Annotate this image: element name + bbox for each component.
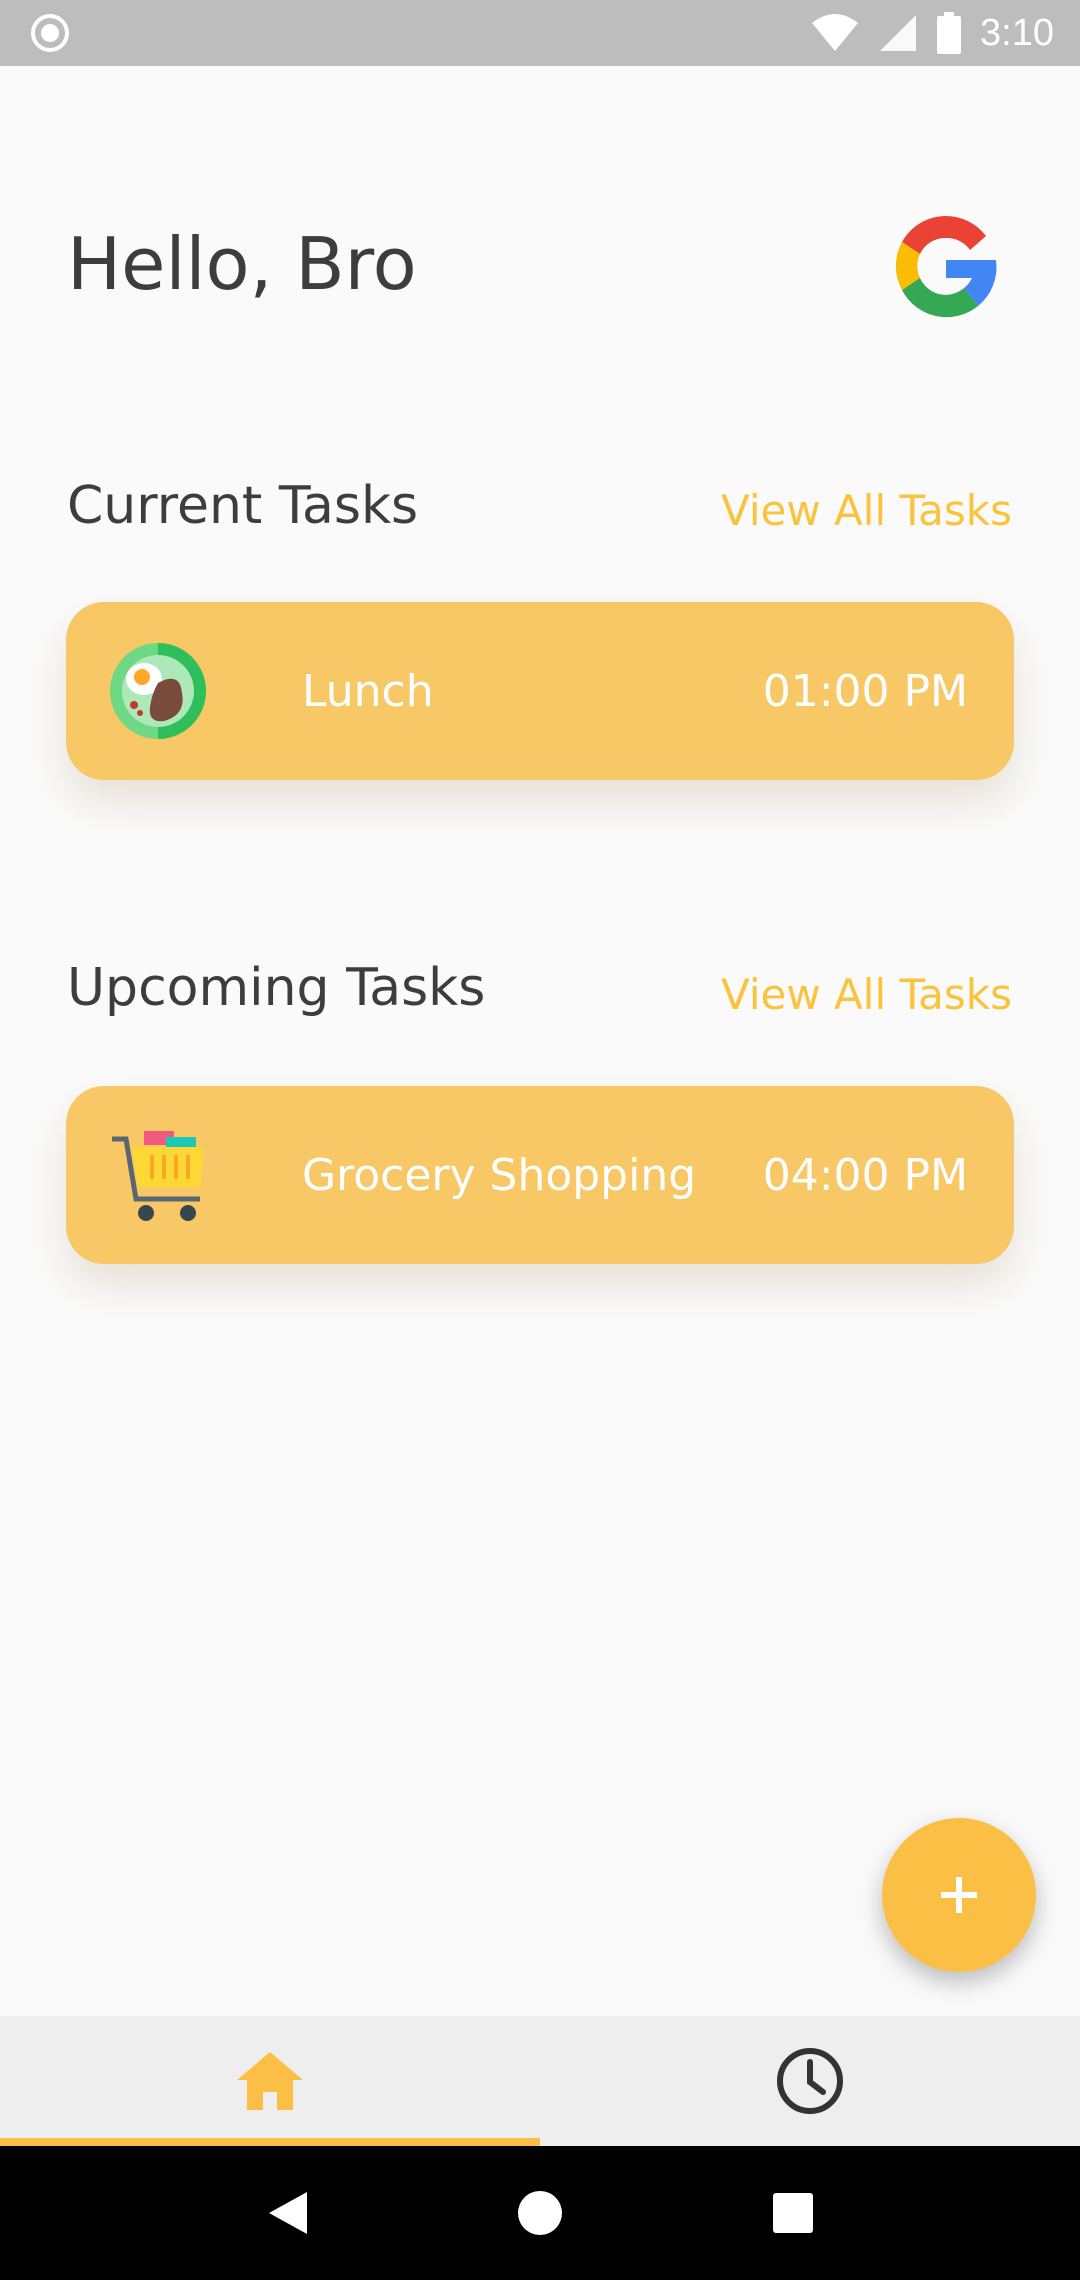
upcoming-view-all-link[interactable]: View All Tasks	[721, 970, 1012, 1019]
back-button[interactable]	[242, 2168, 332, 2258]
recents-square-icon	[773, 2193, 814, 2233]
status-bar: 3:10	[0, 0, 1080, 66]
tab-home[interactable]	[0, 2016, 540, 2146]
system-navigation-bar	[0, 2146, 1080, 2280]
clock-icon	[777, 2048, 843, 2114]
battery-icon	[937, 12, 962, 54]
shopping-cart-icon	[112, 1131, 204, 1221]
circle-notification-icon	[31, 14, 69, 52]
upcoming-tasks-title: Upcoming Tasks	[67, 958, 486, 1018]
signal-icon	[880, 15, 917, 51]
current-tasks-title: Current Tasks	[67, 476, 419, 536]
home-system-button[interactable]	[495, 2168, 585, 2258]
home-icon	[237, 2052, 303, 2110]
google-logo[interactable]	[882, 202, 1010, 330]
task-time: 01:00 PM	[762, 665, 968, 717]
task-card-lunch[interactable]: Lunch 01:00 PM	[66, 602, 1014, 780]
task-card-grocery-shopping[interactable]: Grocery Shopping 04:00 PM	[66, 1086, 1014, 1264]
current-view-all-link[interactable]: View All Tasks	[721, 486, 1012, 535]
task-time: 04:00 PM	[762, 1149, 968, 1201]
home-circle-icon	[517, 2191, 562, 2235]
status-time: 3:10	[980, 11, 1054, 54]
bottom-navigation	[0, 2016, 1080, 2146]
task-name: Grocery Shopping	[302, 1149, 697, 1201]
greeting-title: Hello, Bro	[67, 222, 417, 306]
back-triangle-icon	[268, 2192, 307, 2234]
tab-history[interactable]	[540, 2016, 1080, 2146]
plus-icon	[941, 1877, 977, 1913]
lunch-plate-icon	[110, 643, 206, 739]
add-task-button[interactable]	[882, 1818, 1036, 1972]
task-name: Lunch	[302, 665, 434, 717]
recents-button[interactable]	[748, 2168, 838, 2258]
wifi-icon	[812, 14, 859, 51]
